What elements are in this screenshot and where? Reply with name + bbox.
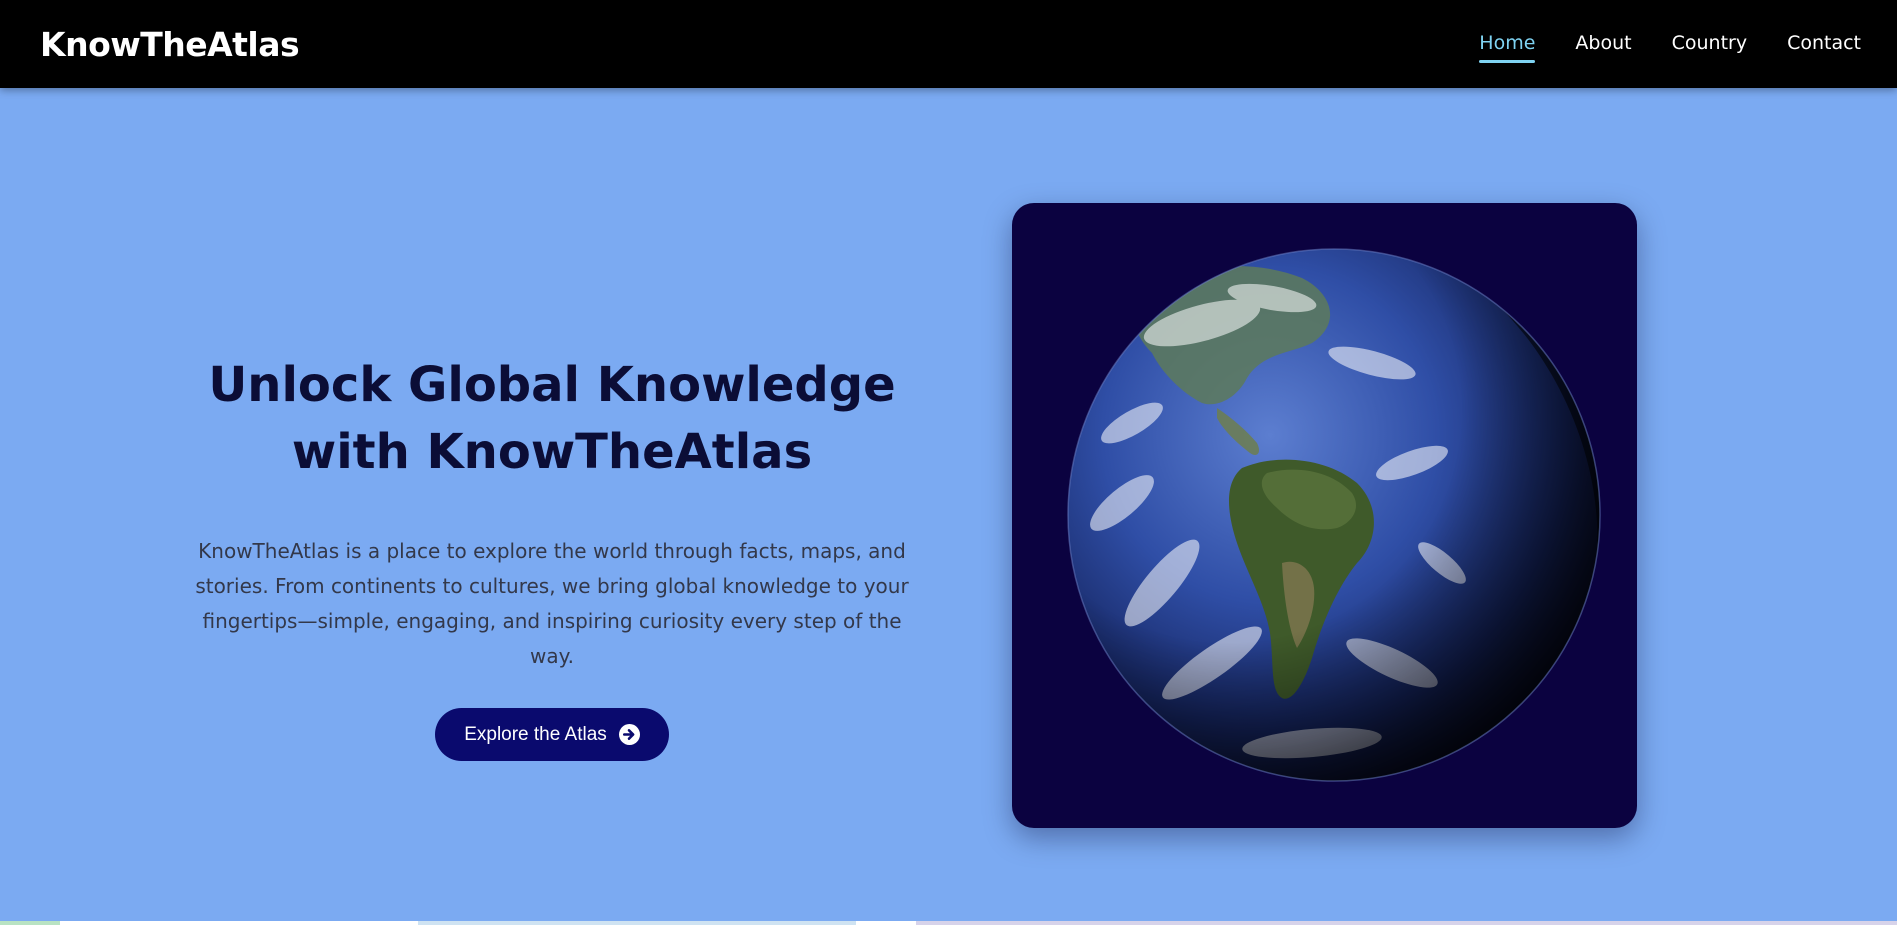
nav-link-about[interactable]: About: [1575, 30, 1631, 56]
hero-title: Unlock Global Knowledge with KnowTheAtla…: [152, 352, 952, 486]
explore-atlas-button[interactable]: Explore the Atlas: [435, 708, 669, 761]
hero-description: KnowTheAtlas is a place to explore the w…: [195, 539, 909, 668]
explore-atlas-button-label: Explore the Atlas: [464, 723, 607, 745]
hero-title-line-1: Unlock Global Knowledge: [208, 357, 896, 413]
hero-section: Unlock Global Knowledge with KnowTheAtla…: [152, 352, 952, 761]
brand-logo-text[interactable]: KnowTheAtlas: [40, 24, 300, 66]
bottom-edge-strip: [0, 921, 1897, 925]
globe-image-card: [1012, 203, 1637, 828]
nav-link-country[interactable]: Country: [1672, 30, 1747, 56]
hero-title-line-2: with KnowTheAtlas: [291, 424, 813, 480]
nav-links: Home About Country Contact: [1479, 30, 1861, 63]
top-navbar: KnowTheAtlas Home About Country Contact: [0, 0, 1897, 88]
nav-link-contact[interactable]: Contact: [1787, 30, 1861, 56]
nav-link-home[interactable]: Home: [1479, 30, 1536, 63]
earth-globe-image: [1067, 248, 1601, 782]
arrow-circle-right-icon: [618, 724, 640, 745]
